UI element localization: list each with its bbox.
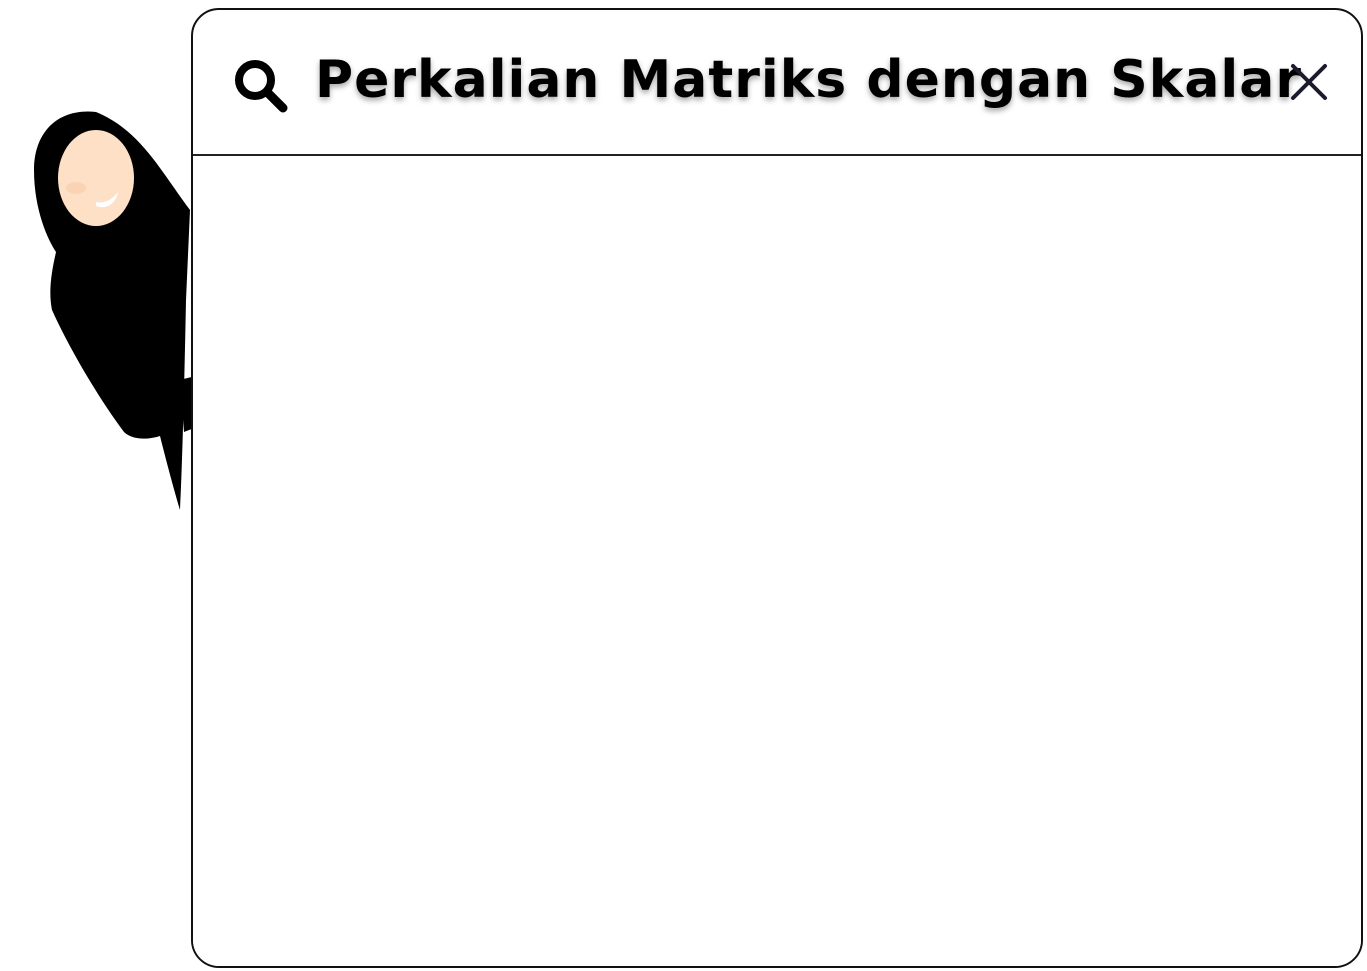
hijab-shape [34, 111, 190, 510]
browser-window: Perkalian Matriks dengan Skalar [191, 8, 1363, 968]
title-bar: Perkalian Matriks dengan Skalar [193, 10, 1361, 156]
close-icon[interactable] [1285, 58, 1333, 106]
smile [96, 192, 118, 208]
search-icon[interactable] [229, 54, 291, 116]
page-title: Perkalian Matriks dengan Skalar [315, 50, 1302, 110]
content-area [193, 156, 1361, 966]
face [58, 130, 134, 226]
